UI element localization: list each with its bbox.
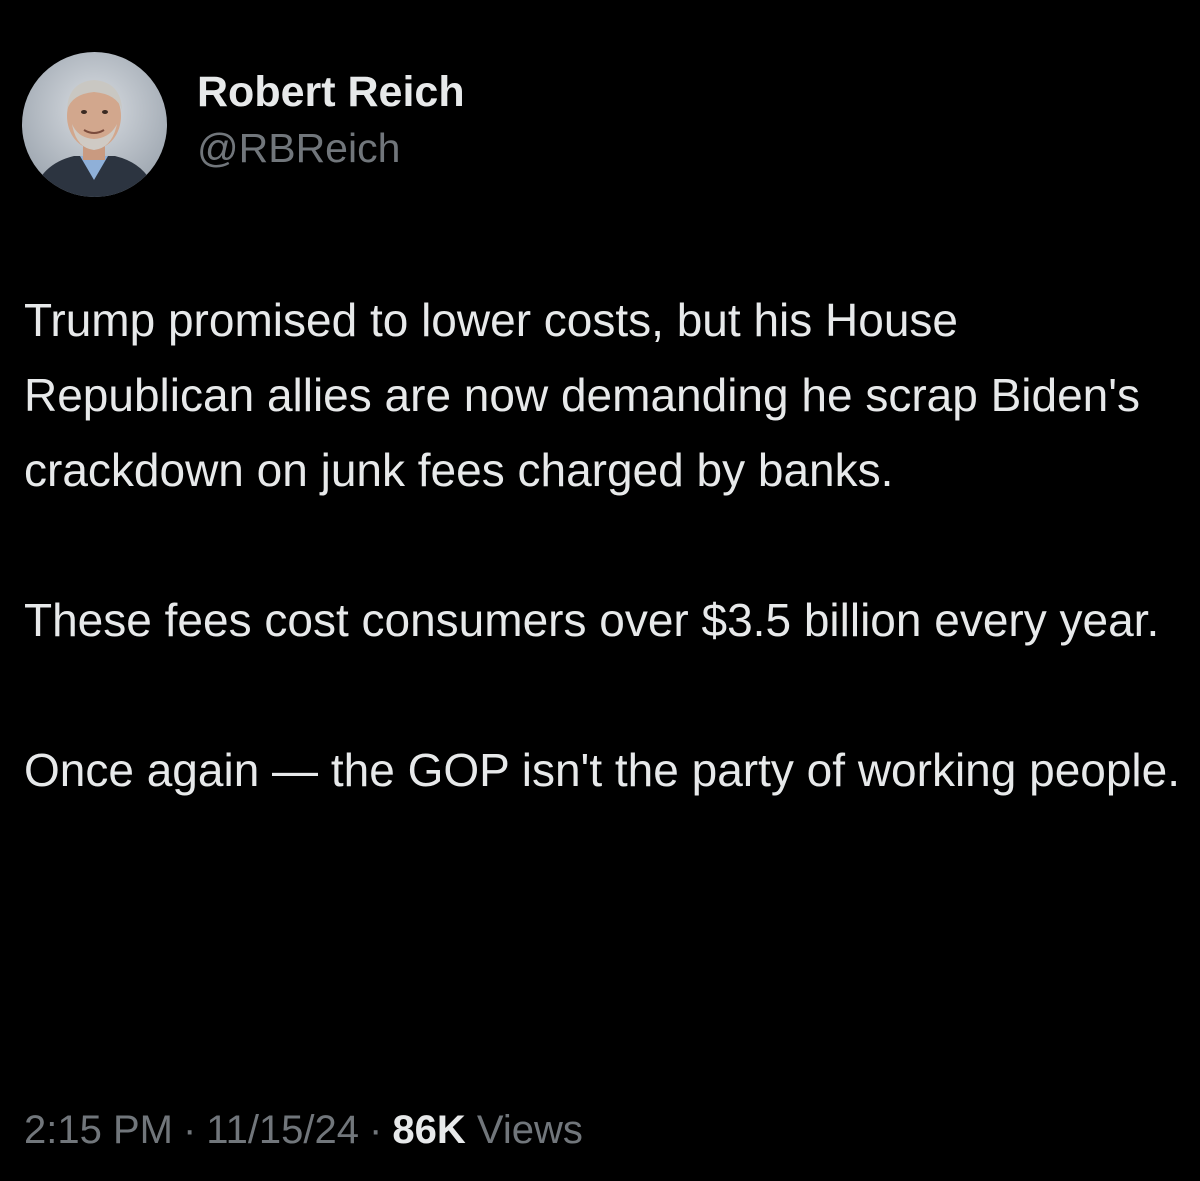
tweet-paragraph: These fees cost consumers over $3.5 bill… bbox=[24, 594, 1160, 646]
tweet-paragraph: Trump promised to lower costs, but his H… bbox=[24, 294, 1141, 496]
tweet-date[interactable]: 11/15/24 bbox=[206, 1108, 359, 1152]
tweet-time[interactable]: 2:15 PM bbox=[24, 1108, 173, 1152]
tweet-paragraph: Once again — the GOP isn't the party of … bbox=[24, 744, 1181, 796]
tweet-text: Trump promised to lower costs, but his H… bbox=[24, 283, 1184, 808]
avatar[interactable] bbox=[22, 52, 167, 197]
profile-photo-icon bbox=[22, 52, 167, 197]
author-names: Robert Reich @RBReich bbox=[197, 66, 465, 174]
author-display-name[interactable]: Robert Reich bbox=[197, 66, 465, 118]
meta-separator: · bbox=[369, 1108, 383, 1152]
author-handle[interactable]: @RBReich bbox=[197, 122, 465, 174]
tweet-meta: 2:15 PM · 11/15/24 · 86K Views bbox=[24, 1102, 583, 1158]
tweet: Robert Reich @RBReich Trump promised to … bbox=[0, 0, 1200, 1181]
views-count[interactable]: 86K bbox=[392, 1108, 465, 1152]
meta-separator: · bbox=[182, 1108, 197, 1152]
views-label: Views bbox=[476, 1108, 583, 1152]
tweet-header: Robert Reich @RBReich bbox=[22, 52, 465, 197]
